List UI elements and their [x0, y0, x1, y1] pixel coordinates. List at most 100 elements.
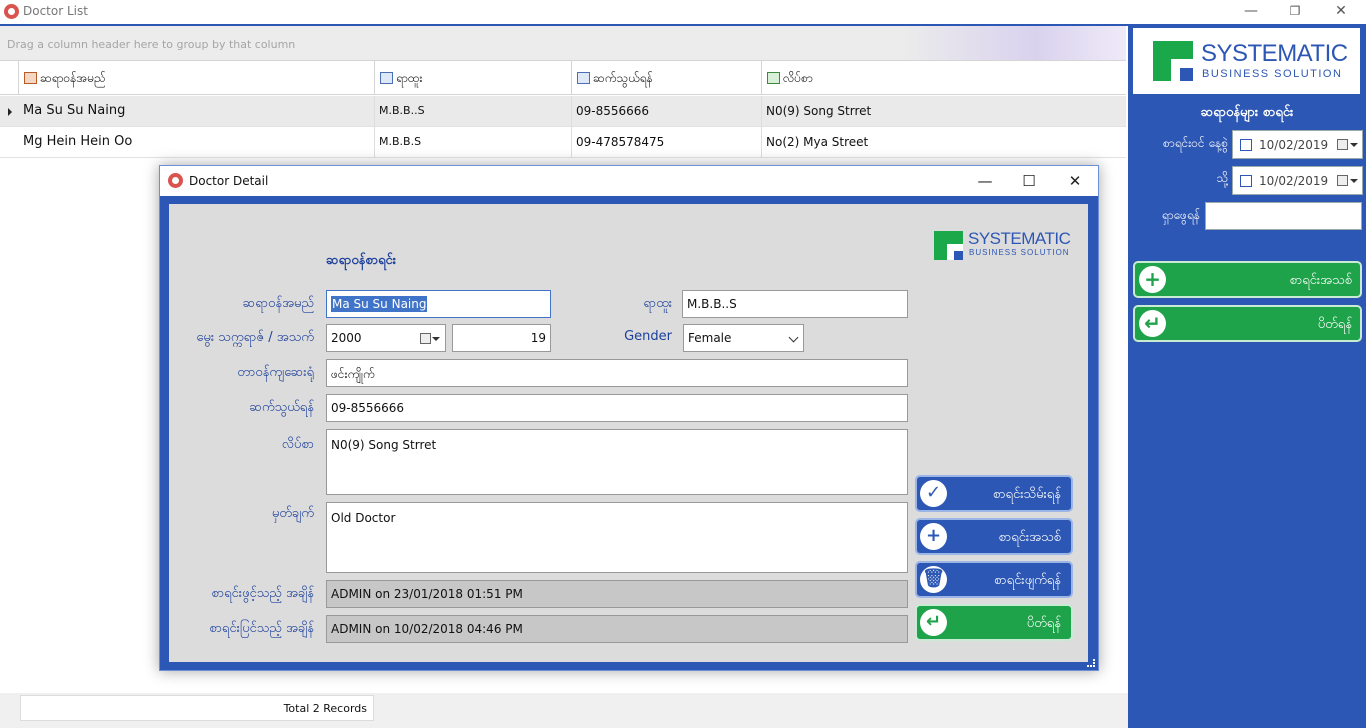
phone-label: ဆက်သွယ်ရန်	[249, 400, 314, 415]
doctor-name-label: ဆရာဝန်အမည်	[242, 296, 314, 311]
save-button[interactable]: ✓ စာရင်းသိမ်းရန်	[915, 475, 1073, 512]
plus-icon: +	[1139, 266, 1166, 293]
panel-title: ဆရာဝန်များ စာရင်း	[1200, 105, 1294, 120]
resize-grip-icon[interactable]	[1087, 659, 1095, 667]
cell-address[interactable]: N0(9) Song Strret	[761, 96, 1126, 127]
restore-button[interactable]: ❐	[1272, 0, 1318, 24]
column-header-name[interactable]: ဆရာဝန်အမည်	[20, 61, 374, 96]
position-label: ရာထူး	[643, 296, 672, 311]
column-divider	[761, 61, 762, 94]
new-button[interactable]: + စာရင်းအသစ်	[915, 518, 1073, 555]
window-title: Doctor List	[23, 4, 88, 18]
form-heading: ဆရာဝန်စာရင်း	[326, 253, 397, 268]
calendar-icon	[1337, 139, 1348, 150]
cell-position[interactable]: M.B.B.S	[374, 127, 571, 158]
position-field[interactable]: M.B.B..S	[682, 290, 908, 318]
doctor-name-field[interactable]: Ma Su Su Naing	[326, 290, 551, 318]
logo-mark-icon	[1153, 41, 1193, 81]
age-field[interactable]: 19	[452, 324, 551, 352]
return-icon: ↵	[1139, 310, 1166, 337]
dialog-close-action-button[interactable]: ↵ ပိတ်ရန်	[915, 604, 1073, 641]
table-row[interactable]: Ma Su Su Naing M.B.B..S 09-8556666 N0(9)…	[0, 96, 1126, 127]
close-list-button[interactable]: ↵ ပိတ်ရန်	[1133, 305, 1362, 342]
dropdown-arrow-icon[interactable]	[432, 337, 440, 341]
doctor-detail-dialog: Doctor Detail — ☐ ✕ SYSTEMATIC BUSINESS …	[159, 165, 1099, 671]
minimize-button[interactable]: —	[1228, 0, 1274, 24]
column-header-position[interactable]: ရာထူး	[376, 61, 571, 96]
status-bar: Total 2 Records	[0, 693, 1128, 728]
logo-mark-icon	[934, 231, 963, 260]
calendar-icon	[1337, 175, 1348, 186]
plus-icon: +	[920, 523, 947, 550]
table-row[interactable]: Mg Hein Hein Oo M.B.B.S 09-478578475 No(…	[0, 127, 1126, 158]
search-label: ရှာဖွေရန်	[1161, 208, 1200, 222]
date-to-checkbox[interactable]	[1240, 175, 1252, 187]
group-panel[interactable]: Drag a column header here to group by th…	[0, 26, 1126, 60]
app-icon	[4, 4, 19, 19]
column-header-label: လိပ်စာ	[783, 71, 813, 85]
birth-year-value: 2000	[331, 331, 362, 345]
cell-name[interactable]: Mg Hein Hein Oo	[19, 127, 374, 158]
new-label: စာရင်းအသစ်	[998, 530, 1061, 545]
column-header-phone[interactable]: ဆက်သွယ်ရန်	[573, 61, 761, 96]
modified-time-label: စာရင်းပြင်သည့် အချိန်	[209, 621, 314, 636]
date-from-picker[interactable]: 10/02/2019	[1232, 130, 1363, 159]
date-from-label: စာရင်းဝင် နေ့စွဲ	[1163, 136, 1228, 150]
phone-field[interactable]: 09-8556666	[326, 394, 908, 422]
group-hint: Drag a column header here to group by th…	[7, 38, 296, 51]
dialog-close-button[interactable]: ✕	[1060, 170, 1090, 192]
duty-hospital-field[interactable]: ဖင်းကျိုက်	[326, 359, 908, 387]
modified-time-field: ADMIN on 10/02/2018 04:46 PM	[326, 615, 908, 643]
main-titlebar: Doctor List — ❐ ✕	[0, 0, 1366, 24]
logo-line1: SYSTEMATIC	[1201, 40, 1348, 67]
column-divider	[571, 61, 572, 94]
cell-name[interactable]: Ma Su Su Naing	[19, 96, 374, 127]
cell-position[interactable]: M.B.B..S	[374, 96, 571, 127]
dialog-maximize-button[interactable]: ☐	[1014, 170, 1044, 192]
date-to-label: သို့	[1216, 171, 1228, 185]
company-logo: SYSTEMATIC BUSINESS SOLUTION	[1133, 28, 1360, 94]
date-from-value: 10/02/2019	[1259, 138, 1329, 152]
cell-address[interactable]: No(2) Mya Street	[761, 127, 1126, 158]
mail-icon	[577, 72, 590, 84]
id-card-icon	[380, 72, 393, 84]
save-label: စာရင်းသိမ်းရန်	[992, 487, 1061, 502]
dropdown-arrow-icon[interactable]	[1350, 179, 1358, 183]
logo-line2: BUSINESS SOLUTION	[1202, 68, 1343, 80]
gender-value: Female	[688, 331, 732, 345]
column-divider	[374, 61, 375, 94]
cell-phone[interactable]: 09-478578475	[571, 127, 761, 158]
created-time-label: စာရင်းဖွင့်သည့် အချိန်	[211, 586, 314, 601]
dropdown-arrow-icon[interactable]	[1350, 143, 1358, 147]
column-divider	[18, 61, 19, 94]
gender-select[interactable]: Female	[683, 324, 804, 352]
new-record-button[interactable]: + စာရင်းအသစ်	[1133, 261, 1362, 298]
dialog-minimize-button[interactable]: —	[970, 170, 1000, 192]
column-header-label: ဆရာဝန်အမည်	[40, 71, 106, 85]
column-header-address[interactable]: လိပ်စာ	[763, 61, 1123, 96]
right-panel: SYSTEMATIC BUSINESS SOLUTION ဆရာဝန်များ …	[1128, 24, 1366, 728]
remark-label: မှတ်ချက်	[271, 506, 314, 521]
close-button[interactable]: ✕	[1318, 0, 1364, 24]
check-icon: ✓	[920, 480, 947, 507]
date-from-checkbox[interactable]	[1240, 139, 1252, 151]
created-time-field: ADMIN on 23/01/2018 01:51 PM	[326, 580, 908, 608]
address-label: လိပ်စာ	[281, 437, 314, 452]
dialog-titlebar: Doctor Detail — ☐ ✕	[160, 166, 1098, 196]
new-record-label: စာရင်းအသစ်	[1289, 273, 1352, 288]
dialog-title: Doctor Detail	[189, 174, 269, 188]
date-to-value: 10/02/2019	[1259, 174, 1329, 188]
gender-label: Gender	[624, 329, 672, 344]
logo-line2: BUSINESS SOLUTION	[969, 248, 1070, 257]
app-icon	[168, 173, 183, 188]
logo-line1: SYSTEMATIC	[968, 229, 1071, 248]
search-input[interactable]	[1205, 202, 1362, 230]
cell-phone[interactable]: 09-8556666	[571, 96, 761, 127]
delete-button[interactable]: 🗑 စာရင်းဖျက်ရန်	[915, 561, 1073, 598]
address-field[interactable]: N0(9) Song Strret	[326, 429, 908, 495]
date-to-picker[interactable]: 10/02/2019	[1232, 166, 1363, 195]
remark-field[interactable]: Old Doctor	[326, 502, 908, 573]
record-count: Total 2 Records	[283, 702, 367, 715]
delete-label: စာရင်းဖျက်ရန်	[993, 573, 1061, 588]
birth-year-picker[interactable]: 2000	[326, 324, 446, 352]
